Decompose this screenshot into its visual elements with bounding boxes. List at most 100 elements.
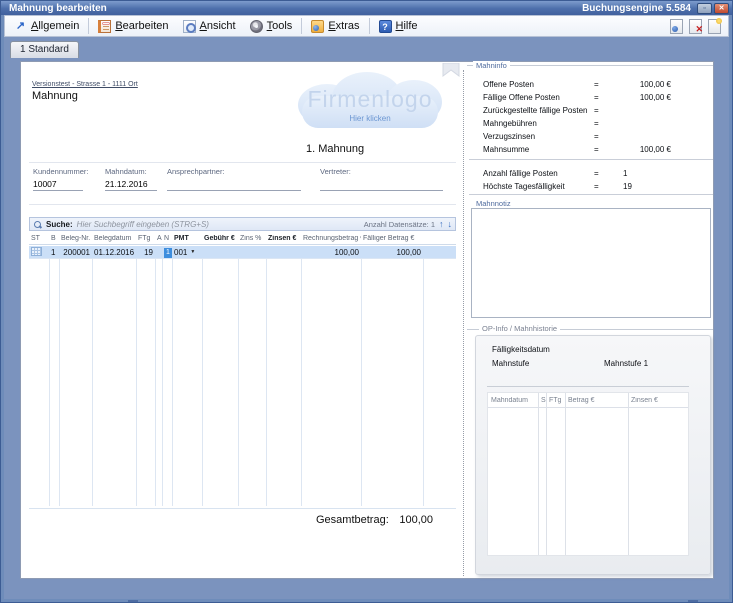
opinfo-separator xyxy=(487,386,689,387)
arrow-up-right-icon: ↗ xyxy=(14,20,27,33)
new-note-icon[interactable] xyxy=(708,19,721,34)
hist-col-betrag[interactable]: Betrag € xyxy=(565,397,628,404)
col-pmt[interactable]: PMT xyxy=(172,235,202,242)
search-icon xyxy=(33,220,42,229)
tabstrip: 1 Standard xyxy=(4,37,729,58)
app-version-label: Buchungsengine 5.584 xyxy=(582,3,691,14)
col-a[interactable]: A xyxy=(155,235,162,242)
col-beleg-nr[interactable]: Beleg-Nr. xyxy=(59,235,92,242)
cell-n-badge[interactable]: 1 xyxy=(164,248,172,258)
mahnstufe-label: Mahnstufe xyxy=(492,359,529,368)
table-row[interactable]: 1 200001 01.12.2016 19 1 001 ▼ 100,00 10… xyxy=(29,246,456,259)
menu-tools-label: Tools xyxy=(267,20,293,32)
table-body-grid[interactable] xyxy=(29,259,456,506)
menubar: ↗ Allgemein Bearbeiten Ansicht Tools Ext… xyxy=(4,15,729,37)
close-button[interactable]: ✕ xyxy=(714,3,729,14)
mahninfo-row: Mahngebühren = xyxy=(483,117,671,130)
cell-b: 1 xyxy=(49,248,59,257)
page-fold-icon xyxy=(442,63,460,78)
menu-separator xyxy=(88,18,89,34)
menu-tools[interactable]: Tools xyxy=(243,17,300,35)
restore-button[interactable]: ▫ xyxy=(697,3,712,14)
tab-standard[interactable]: 1 Standard xyxy=(10,41,79,58)
app-window: Mahnung bearbeiten Buchungsengine 5.584 … xyxy=(0,0,733,603)
navigate-down-icon[interactable]: ↓ xyxy=(448,220,453,229)
mahninfo-row: Mahnsumme = 100,00 € xyxy=(483,143,671,156)
menu-extras[interactable]: Extras xyxy=(304,17,366,35)
menu-allgemein-label: Allgemein xyxy=(31,20,79,32)
pmt-dropdown[interactable]: 001 ▼ xyxy=(172,248,202,257)
col-faelliger-betrag[interactable]: Fälliger Betrag € xyxy=(361,235,423,242)
vertreter-value[interactable] xyxy=(320,179,443,189)
mahnstufe-value: Mahnstufe 1 xyxy=(604,359,648,368)
col-st[interactable]: ST xyxy=(29,235,49,242)
field-vertreter: Vertreter: xyxy=(320,167,443,191)
dropdown-arrow-icon: ▼ xyxy=(190,249,195,255)
history-header: Mahndatum S FTg Betrag € Zinsen € xyxy=(488,393,688,408)
mahninfo-row: Fällige Offene Posten = 100,00 € xyxy=(483,91,671,104)
logo-click-hint[interactable]: Hier klicken xyxy=(294,114,446,123)
hist-col-ftg[interactable]: FTg xyxy=(546,397,565,404)
mahndatum-value[interactable]: 21.12.2016 xyxy=(105,179,157,189)
cell-ftg: 19 xyxy=(136,248,155,257)
cell-rechnungsbetrag: 100,00 xyxy=(301,248,361,257)
col-n[interactable]: N xyxy=(162,235,172,242)
magnifier-document-icon xyxy=(183,20,196,33)
col-zins-prozent[interactable]: Zins % xyxy=(238,235,266,242)
field-ansprechpartner: Ansprechpartner: xyxy=(167,167,301,191)
kundennummer-label: Kundennummer: xyxy=(33,167,83,176)
hist-col-s[interactable]: S xyxy=(538,397,546,404)
ansprechpartner-label: Ansprechpartner: xyxy=(167,167,301,176)
opinfo-title: OP-Info / Mahnhistorie xyxy=(479,324,560,333)
divider xyxy=(29,204,456,205)
mahndatum-label: Mahndatum: xyxy=(105,167,157,176)
mahninfo-row: Zurückgestellte fällige Posten = xyxy=(483,104,671,117)
cell-faelliger-betrag: 100,00 xyxy=(361,248,423,257)
cell-belegdatum: 01.12.2016 xyxy=(92,248,136,257)
pmt-value: 001 xyxy=(174,248,187,257)
mahninfo-row: Verzugszinsen = xyxy=(483,130,671,143)
mahninfo-title: Mahninfo xyxy=(473,61,510,70)
main-panel: Versionstest - Strasse 1 - 1111 Ort Mahn… xyxy=(20,61,714,579)
col-gebuehr[interactable]: Gebühr € xyxy=(202,235,238,242)
ansprechpartner-value[interactable] xyxy=(167,179,301,189)
mahnnotiz-box xyxy=(471,208,711,318)
hist-col-mahndatum[interactable]: Mahndatum xyxy=(488,397,538,404)
help-icon: ? xyxy=(379,20,392,33)
hist-col-zinsen[interactable]: Zinsen € xyxy=(628,397,688,404)
col-ftg[interactable]: FTg xyxy=(136,235,155,242)
logo-watermark-text: Firmenlogo xyxy=(294,86,446,113)
menu-ansicht[interactable]: Ansicht xyxy=(176,17,243,35)
col-rechnungsbetrag[interactable]: Rechnungsbetrag € xyxy=(301,235,361,242)
navigate-up-icon[interactable]: ↑ xyxy=(439,220,444,229)
menu-hilfe-label: Hilfe xyxy=(396,20,418,32)
titlebar: Mahnung bearbeiten Buchungsengine 5.584 … xyxy=(1,1,732,15)
vertical-separator xyxy=(463,70,464,576)
info-document-icon[interactable] xyxy=(670,19,683,34)
menu-ansicht-label: Ansicht xyxy=(200,20,236,32)
extras-box-icon xyxy=(311,20,324,33)
window-grip xyxy=(128,600,138,602)
menu-bearbeiten[interactable]: Bearbeiten xyxy=(91,17,175,35)
menu-separator xyxy=(301,18,302,34)
kundennummer-value[interactable]: 10007 xyxy=(33,179,83,189)
mahnnotiz-title: Mahnnotiz xyxy=(473,199,514,208)
address-link[interactable]: Versionstest - Strasse 1 - 1111 Ort xyxy=(32,81,138,88)
window-grip xyxy=(688,600,698,602)
menu-hilfe[interactable]: ? Hilfe xyxy=(372,17,425,35)
company-logo-placeholder[interactable]: Firmenlogo Hier klicken xyxy=(294,70,446,132)
menu-allgemein[interactable]: ↗ Allgemein xyxy=(7,17,86,35)
delete-document-icon[interactable]: ✕ xyxy=(689,19,702,34)
mahninfo-separator xyxy=(469,159,713,160)
vertreter-label: Vertreter: xyxy=(320,167,443,176)
row-grid-icon[interactable] xyxy=(31,247,42,256)
mahninfo-bottomline xyxy=(469,194,713,195)
col-belegdatum[interactable]: Belegdatum xyxy=(92,235,136,242)
col-b[interactable]: B xyxy=(49,235,59,242)
search-bar[interactable]: Suche: Hier Suchbegriff eingeben (STRG+S… xyxy=(29,217,456,231)
due-date-label: Fälligkeitsdatum xyxy=(492,345,550,354)
search-input[interactable]: Hier Suchbegriff eingeben (STRG+S) xyxy=(77,220,209,229)
col-zinsen[interactable]: Zinsen € xyxy=(266,235,301,242)
menu-separator xyxy=(369,18,370,34)
mahnnotiz-textarea[interactable] xyxy=(472,209,710,317)
